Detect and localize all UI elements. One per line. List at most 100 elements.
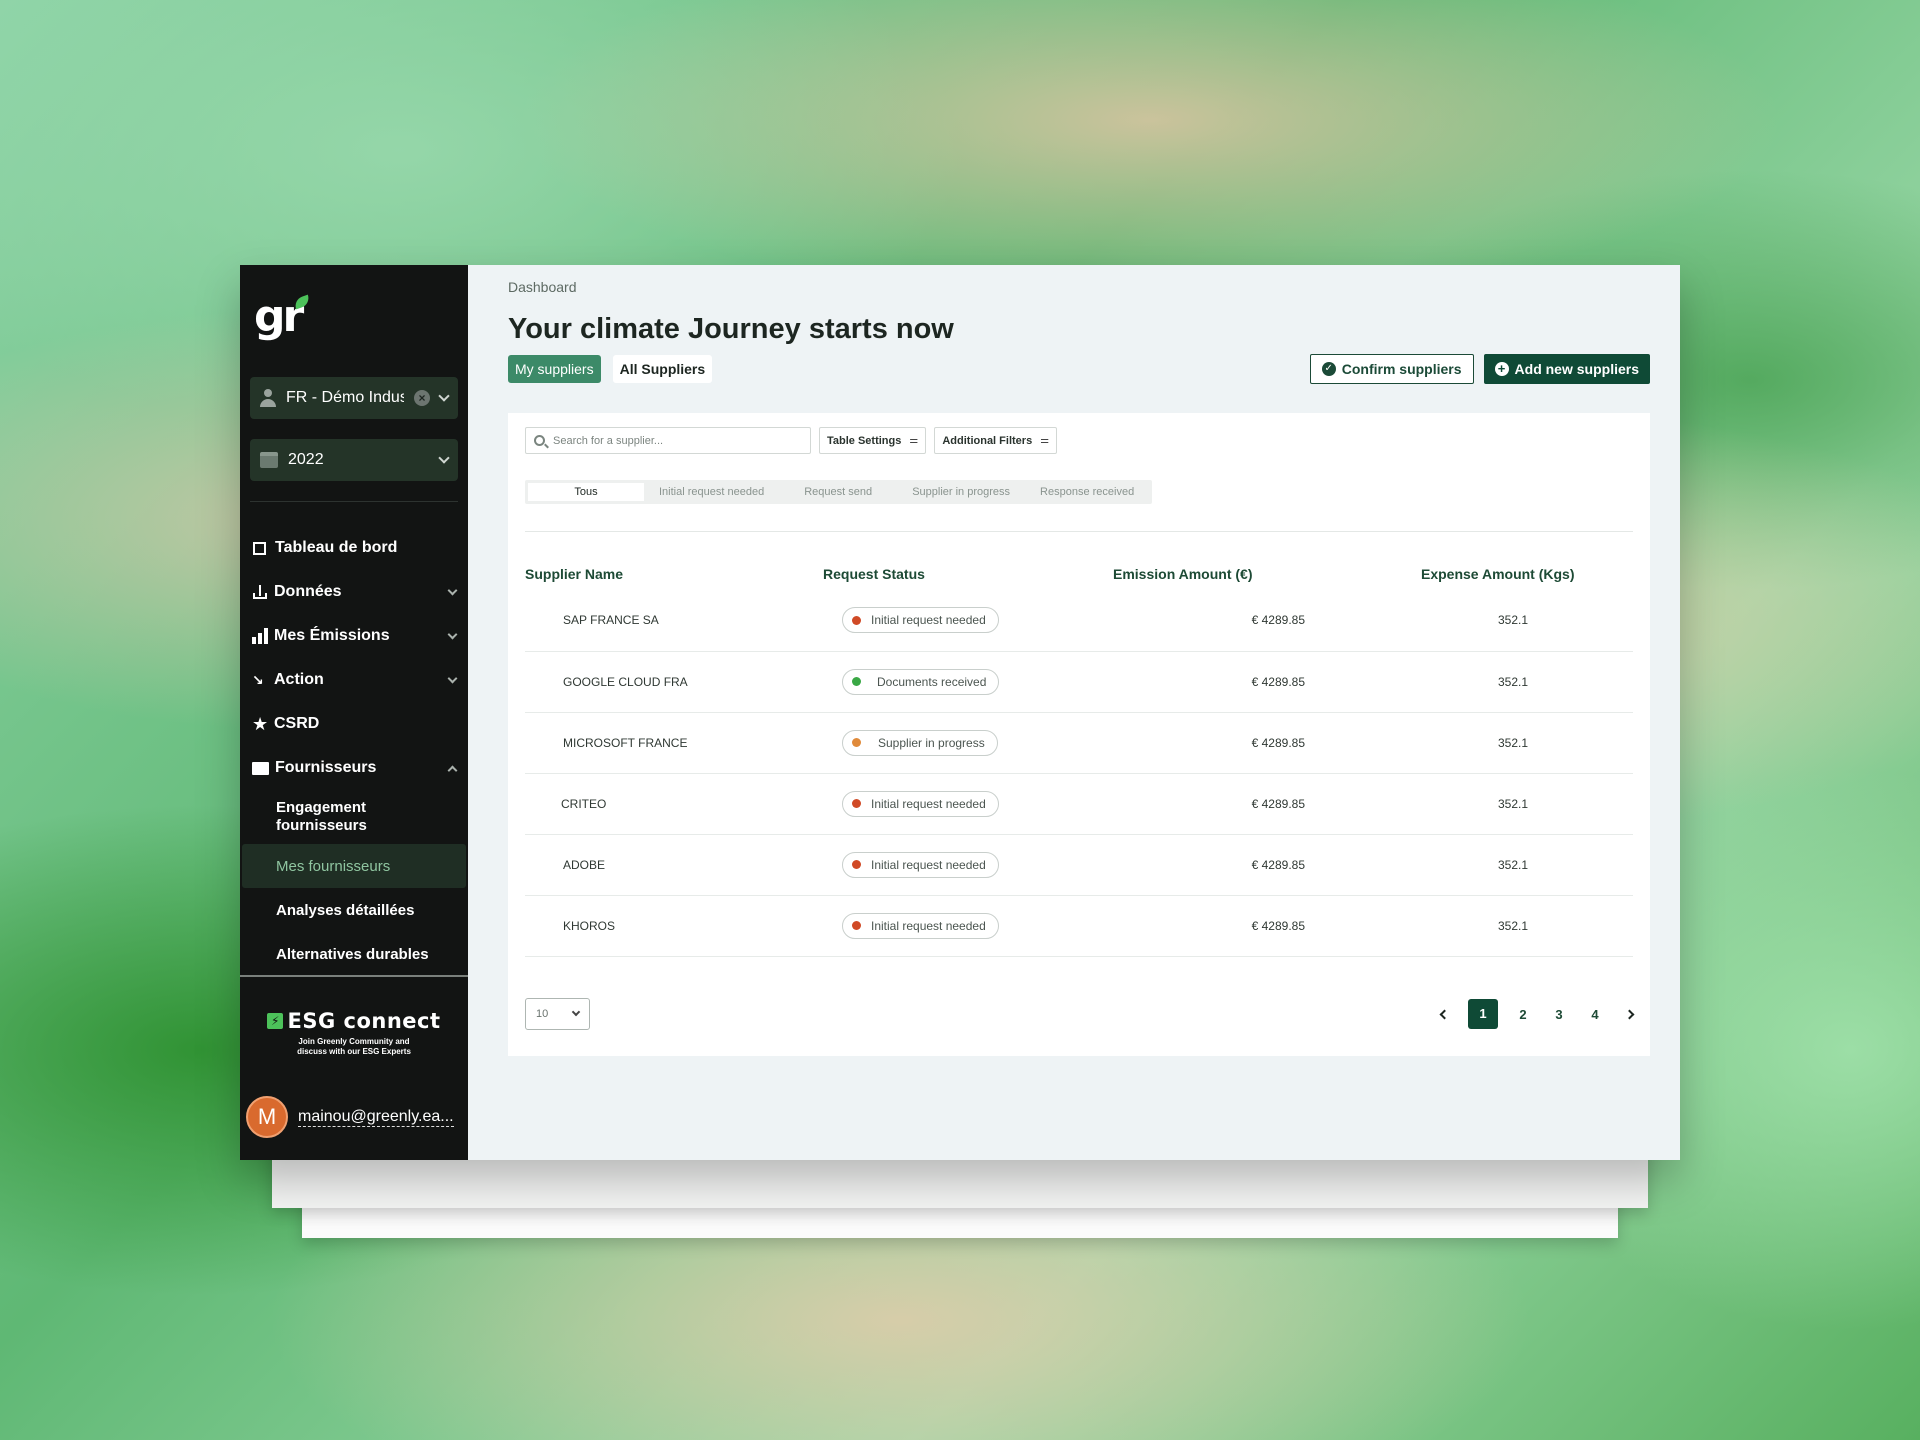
page-actions: ✓ Confirm suppliers + Add new suppliers xyxy=(1309,354,1650,384)
status-cell: Initial request needed xyxy=(823,895,1113,957)
sidebar-item-fournisseurs[interactable]: Fournisseurs xyxy=(240,746,468,790)
table-footer: 10 1 2 3 4 xyxy=(525,998,1635,1030)
avatar[interactable]: M xyxy=(246,1096,288,1138)
pagination: 1 2 3 4 xyxy=(1439,999,1635,1029)
table-row[interactable]: GOOGLE CLOUD FRA Documents received € 42… xyxy=(525,651,1633,713)
page-2-button[interactable]: 2 xyxy=(1512,1007,1534,1022)
status-dot-red xyxy=(852,860,861,869)
table-row[interactable]: MICROSOFT FRANCE Supplier in progress € … xyxy=(525,712,1633,774)
column-header-supplier-name[interactable]: Supplier Name xyxy=(525,558,823,590)
status-badge: Supplier in progress xyxy=(842,729,998,756)
user-email[interactable]: mainou@greenly.ea... xyxy=(298,1108,454,1127)
status-dot-red xyxy=(852,799,861,808)
next-page-icon[interactable] xyxy=(1624,1009,1635,1019)
emission-amount-cell: € 4289.85 xyxy=(1113,712,1421,774)
status-tab-supplier-in-progress[interactable]: Supplier in progress xyxy=(897,483,1025,501)
folder-icon xyxy=(252,761,269,775)
esg-connect-banner[interactable]: ⚡ ESG connect Join Greenly Community and… xyxy=(240,1009,468,1057)
suppliers-table: Supplier Name Request Status Emission Am… xyxy=(525,558,1633,957)
sidebar-subitem-mes-fournisseurs[interactable]: Mes fournisseurs xyxy=(242,844,466,888)
supplier-name-cell: KHOROS xyxy=(525,895,823,957)
breadcrumb[interactable]: Dashboard xyxy=(508,279,1650,295)
previous-page-icon[interactable] xyxy=(1439,1009,1450,1019)
emission-amount-cell: € 4289.85 xyxy=(1113,651,1421,713)
status-dot-orange xyxy=(852,738,861,747)
table-row[interactable]: ADOBE Initial request needed € 4289.85 3… xyxy=(525,834,1633,896)
column-header-emission-amount[interactable]: Emission Amount (€) xyxy=(1113,558,1421,590)
supplier-name-cell: MICROSOFT FRANCE xyxy=(525,712,823,774)
check-circle-icon: ✓ xyxy=(1321,362,1336,376)
status-tab-tous[interactable]: Tous xyxy=(528,483,644,501)
sidebar-item-label: Données xyxy=(274,583,342,600)
expense-amount-cell: 352.1 xyxy=(1421,590,1633,652)
sidebar-subitem-alternatives-durables[interactable]: Alternatives durables xyxy=(240,932,468,976)
table-settings-button[interactable]: Table Settings ⚌ xyxy=(819,427,927,454)
status-tab-initial-request-needed[interactable]: Initial request needed xyxy=(644,483,779,501)
status-badge: Documents received xyxy=(842,668,1000,695)
column-header-expense-amount[interactable]: Expense Amount (Kgs) xyxy=(1421,558,1633,590)
status-cell: Supplier in progress xyxy=(823,712,1113,774)
sidebar-item-action[interactable]: ↘ Action xyxy=(240,658,468,702)
column-header-request-status[interactable]: Request Status xyxy=(823,558,1113,590)
sidebar-subitem-label: Alternatives durables xyxy=(276,945,429,963)
search-box[interactable] xyxy=(525,427,811,454)
sidebar-item-label: Action xyxy=(274,671,324,688)
table-header-row: Supplier Name Request Status Emission Am… xyxy=(525,558,1633,590)
supplier-name-cell: GOOGLE CLOUD FRA xyxy=(525,651,823,713)
plus-circle-icon: + xyxy=(1494,362,1509,376)
company-select-value: FR - Démo Industrie xyxy=(286,389,404,406)
expense-amount-cell: 352.1 xyxy=(1421,773,1633,835)
status-badge-label: Documents received xyxy=(877,674,987,689)
emission-amount-cell: € 4289.85 xyxy=(1113,773,1421,835)
page-3-button[interactable]: 3 xyxy=(1548,1007,1570,1022)
year-select[interactable]: 2022 xyxy=(250,439,458,481)
sidebar-item-label: Mes Émissions xyxy=(274,627,390,644)
emission-amount-cell: € 4289.85 xyxy=(1113,590,1421,652)
chevron-down-icon xyxy=(438,452,450,464)
chevron-up-icon xyxy=(447,765,458,775)
table-row[interactable]: SAP FRANCE SA Initial request needed € 4… xyxy=(525,590,1633,652)
user-profile[interactable]: M mainou@greenly.ea... xyxy=(246,1096,460,1138)
sidebar-subitem-label: Engagement fournisseurs xyxy=(276,799,367,834)
sidebar-subitem-analyses-detaillees[interactable]: Analyses détaillées xyxy=(240,888,468,932)
table-row[interactable]: KHOROS Initial request needed € 4289.85 … xyxy=(525,895,1633,957)
esg-connect-subtitle: Join Greenly Community and discuss with … xyxy=(240,1037,468,1057)
clear-icon[interactable]: × xyxy=(414,390,430,406)
company-select[interactable]: FR - Démo Industrie × xyxy=(250,377,458,419)
status-badge-label: Initial request needed xyxy=(871,796,986,811)
search-input[interactable] xyxy=(553,434,802,447)
add-new-suppliers-label: Add new suppliers xyxy=(1514,361,1639,377)
sidebar-item-tableau-de-bord[interactable]: Tableau de bord xyxy=(240,526,468,570)
status-tab-request-send[interactable]: Request send xyxy=(779,483,897,501)
expense-amount-cell: 352.1 xyxy=(1421,895,1633,957)
supplier-tabs: My suppliers All Suppliers xyxy=(508,355,713,383)
sidebar-item-mes-emissions[interactable]: Mes Émissions xyxy=(240,614,468,658)
tab-all-suppliers[interactable]: All Suppliers xyxy=(612,355,713,383)
esg-connect-label: ESG connect xyxy=(287,1009,441,1033)
add-new-suppliers-button[interactable]: + Add new suppliers xyxy=(1483,354,1650,384)
additional-filters-button[interactable]: Additional Filters ⚌ xyxy=(934,427,1058,454)
table-settings-label: Table Settings xyxy=(827,434,902,447)
status-dot-red xyxy=(852,921,861,930)
page-size-select[interactable]: 10 xyxy=(525,998,590,1030)
sliders-icon: ⚌ xyxy=(1040,435,1050,446)
sidebar-item-donnees[interactable]: Données xyxy=(240,570,468,614)
confirm-suppliers-button[interactable]: ✓ Confirm suppliers xyxy=(1309,354,1474,384)
sidebar-item-csrd[interactable]: ★ CSRD xyxy=(240,702,468,746)
divider xyxy=(525,531,1633,532)
chevron-down-icon xyxy=(447,629,458,639)
page-4-button[interactable]: 4 xyxy=(1584,1007,1606,1022)
greenly-logo[interactable]: gr xyxy=(254,295,314,339)
tab-my-suppliers[interactable]: My suppliers xyxy=(508,355,601,383)
sidebar-divider xyxy=(250,501,458,502)
status-tab-response-received[interactable]: Response received xyxy=(1025,483,1149,501)
page-1-button[interactable]: 1 xyxy=(1468,999,1498,1029)
table-row[interactable]: CRITEO Initial request needed € 4289.85 … xyxy=(525,773,1633,835)
sidebar-subitem-label: Mes fournisseurs xyxy=(276,857,391,875)
expense-amount-cell: 352.1 xyxy=(1421,712,1633,774)
sidebar-subitem-engagement-fournisseurs[interactable]: Engagement fournisseurs xyxy=(240,790,468,844)
sidebar-footer: ⚡ ESG connect Join Greenly Community and… xyxy=(240,975,468,1160)
status-badge-label: Initial request needed xyxy=(871,857,986,872)
suppliers-card: Table Settings ⚌ Additional Filters ⚌ To… xyxy=(508,413,1650,1056)
esg-subtitle-line-2: discuss with our ESG Experts xyxy=(297,1047,411,1056)
